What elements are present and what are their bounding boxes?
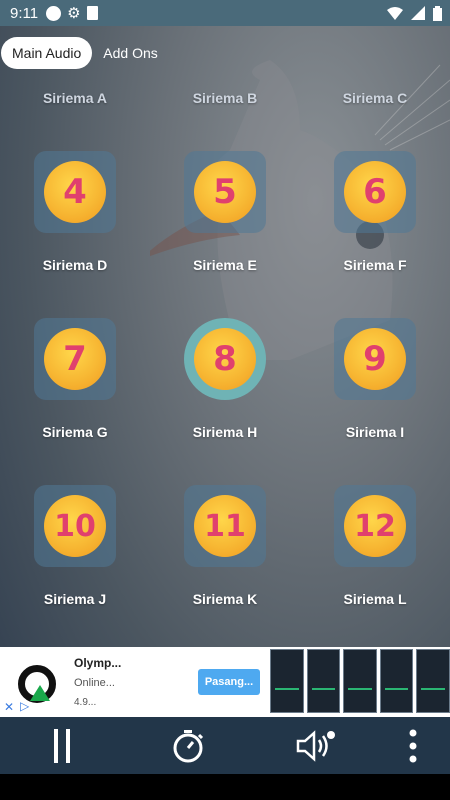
- ad-install-button[interactable]: Pasang...: [198, 669, 260, 695]
- ad-screenshot: [343, 649, 377, 713]
- coin-icon: 7: [44, 328, 106, 390]
- ad-screenshot: [270, 649, 304, 713]
- item-number: 8: [213, 339, 237, 379]
- circle-icon: [46, 5, 62, 21]
- item-label-l[interactable]: Siriema L: [300, 591, 450, 607]
- coin-icon: 5: [194, 161, 256, 223]
- system-navigation-bar: [0, 774, 450, 800]
- item-number: 9: [363, 339, 387, 379]
- item-label-a[interactable]: Siriema A: [0, 90, 150, 106]
- ad-close-icon[interactable]: ✕: [4, 700, 14, 714]
- sound-button-l[interactable]: 12: [334, 485, 416, 567]
- wifi-icon: [387, 7, 403, 20]
- ad-rating: 4.9...: [74, 697, 97, 708]
- item-number: 6: [363, 172, 387, 212]
- player-controls: [0, 717, 450, 774]
- volume-icon[interactable]: [292, 717, 340, 774]
- coin-icon: 4: [44, 161, 106, 223]
- sound-button-d[interactable]: 4: [34, 151, 116, 233]
- ad-screenshot: [416, 649, 450, 713]
- sd-card-icon: [86, 6, 98, 20]
- item-number: 4: [63, 172, 87, 212]
- coin-icon: 10: [44, 495, 106, 557]
- battery-icon: [433, 5, 442, 21]
- item-label-e[interactable]: Siriema E: [150, 257, 300, 273]
- item-label-i[interactable]: Siriema I: [300, 424, 450, 440]
- coin-icon: 9: [344, 328, 406, 390]
- ad-choices-icon[interactable]: ▷: [20, 699, 29, 713]
- item-number: 12: [354, 508, 396, 544]
- item-number: 7: [63, 339, 87, 379]
- item-label-b[interactable]: Siriema B: [150, 90, 300, 106]
- item-label-d[interactable]: Siriema D: [0, 257, 150, 273]
- signal-icon: [411, 6, 425, 20]
- timer-icon[interactable]: [166, 717, 210, 774]
- more-icon[interactable]: [396, 717, 430, 774]
- ad-screenshot: [379, 649, 414, 713]
- gear-icon: ⚙: [67, 5, 81, 22]
- ad-title: Olymp...: [74, 656, 122, 670]
- item-label-f[interactable]: Siriema F: [300, 257, 450, 273]
- item-number: 10: [54, 508, 96, 544]
- coin-icon: 11: [194, 495, 256, 557]
- coin-icon: 6: [344, 161, 406, 223]
- ad-logo-triangle: [30, 685, 50, 701]
- sound-button-j[interactable]: 10: [34, 485, 116, 567]
- item-label-k[interactable]: Siriema K: [150, 591, 300, 607]
- coin-icon: 8: [194, 328, 256, 390]
- sound-button-f[interactable]: 6: [334, 151, 416, 233]
- pause-icon[interactable]: [40, 717, 84, 774]
- tab-add-ons[interactable]: Add Ons: [92, 37, 168, 69]
- ad-subtitle: Online...: [74, 677, 115, 689]
- sound-button-i[interactable]: 9: [334, 318, 416, 400]
- item-number: 11: [204, 508, 246, 544]
- item-label-c[interactable]: Siriema C: [300, 90, 450, 106]
- coin-icon: 12: [344, 495, 406, 557]
- status-bar: 9:11 ⚙: [0, 0, 450, 26]
- sound-button-k[interactable]: 11: [184, 485, 266, 567]
- status-time: 9:11: [10, 4, 39, 22]
- item-label-h[interactable]: Siriema H: [150, 424, 300, 440]
- item-label-g[interactable]: Siriema G: [0, 424, 150, 440]
- sound-button-h[interactable]: 8: [184, 318, 266, 400]
- sound-button-g[interactable]: 7: [34, 318, 116, 400]
- ad-screenshots: [270, 649, 450, 715]
- tab-main-audio[interactable]: Main Audio: [1, 37, 93, 69]
- item-label-j[interactable]: Siriema J: [0, 591, 150, 607]
- ad-banner[interactable]: Olymp... Online... 4.9... Pasang... ✕ ▷: [0, 647, 450, 717]
- sound-button-e[interactable]: 5: [184, 151, 266, 233]
- item-number: 5: [213, 172, 237, 212]
- tab-bar: Main Audio Add Ons: [0, 36, 169, 70]
- ad-screenshot: [306, 649, 341, 713]
